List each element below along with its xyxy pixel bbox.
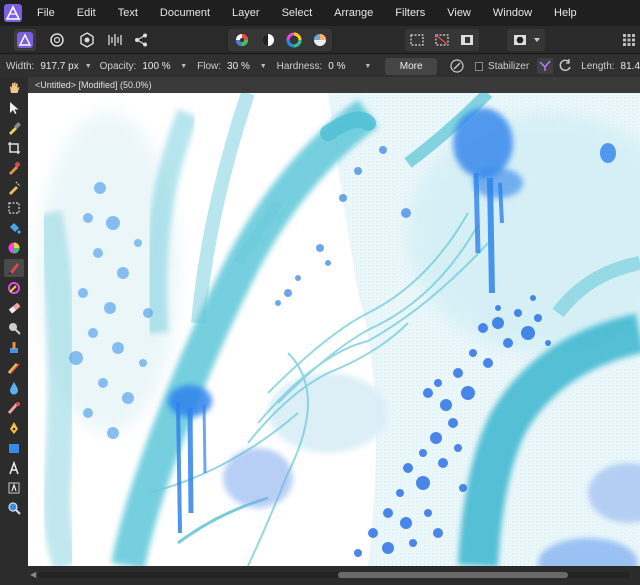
marquee-icon[interactable]	[406, 29, 428, 51]
rope-mode-icon[interactable]	[537, 58, 554, 74]
more-button[interactable]: More	[385, 57, 437, 75]
context-toolbar: Width: 917.7 px ▼ Opacity: 100 % ▼ Flow: 3…	[0, 55, 640, 77]
flood-fill-tool-icon[interactable]	[4, 219, 24, 237]
marquee-tool-icon[interactable]	[4, 199, 24, 217]
scroll-left-icon[interactable]: ◀	[30, 570, 36, 579]
text-tool-icon[interactable]	[4, 459, 24, 477]
menu-bar: File Edit Text Document Layer Select Arr…	[0, 0, 640, 26]
opacity-caret-icon[interactable]: ▼	[180, 63, 187, 70]
color-picker-tool-icon[interactable]	[4, 119, 24, 137]
hardness-caret-icon[interactable]: ▼	[364, 63, 371, 70]
rectangle-tool-icon[interactable]	[4, 439, 24, 457]
blur-tool-icon[interactable]	[4, 379, 24, 397]
white-balance-icon[interactable]	[309, 29, 331, 51]
quick-mask-icon[interactable]	[509, 29, 531, 51]
move-tool-icon[interactable]	[4, 99, 24, 117]
contrast-icon[interactable]	[257, 29, 279, 51]
hand-tool-icon[interactable]	[4, 79, 24, 97]
width-field[interactable]: 917.7 px ▼	[40, 61, 91, 72]
length-value: 81.4	[620, 60, 640, 72]
length-label: Length:	[581, 60, 615, 72]
canvas[interactable]	[28, 93, 640, 566]
watercolor-artwork	[28, 93, 640, 566]
main-toolbar	[0, 26, 640, 54]
width-caret-icon[interactable]: ▼	[85, 63, 92, 70]
histogram-icon[interactable]	[231, 29, 253, 51]
menu-view[interactable]: View	[436, 0, 482, 26]
crop-tool-icon[interactable]	[4, 139, 24, 157]
flow-label: Flow:	[197, 60, 222, 72]
flow-caret-icon[interactable]: ▼	[260, 63, 267, 70]
window-mode-icon[interactable]	[557, 58, 573, 74]
tone-mapping-persona-icon[interactable]	[104, 29, 126, 51]
flow-value: 30 %	[227, 60, 250, 72]
red-eye-tool-icon[interactable]	[4, 399, 24, 417]
document-tab[interactable]: <Untitled> [Modified] (50.0%)	[28, 77, 640, 93]
flow-field[interactable]: 30 % ▼	[227, 61, 267, 72]
stabilizer-checkbox[interactable]	[475, 61, 484, 71]
length-field[interactable]: 81.4	[621, 61, 640, 72]
scrollbar-thumb[interactable]	[338, 572, 568, 578]
develop-persona-icon[interactable]	[76, 29, 98, 51]
width-value: 917.7 px	[40, 60, 79, 72]
horizontal-scrollbar[interactable]: ◀	[28, 566, 640, 585]
brush-options-icon[interactable]	[449, 58, 465, 74]
opacity-label: Opacity:	[99, 60, 137, 72]
menu-arrange[interactable]: Arrange	[323, 0, 384, 26]
menu-document[interactable]: Document	[149, 0, 221, 26]
paint-mixer-tool-icon[interactable]	[4, 159, 24, 177]
no-marquee-icon[interactable]	[431, 29, 453, 51]
selection-brush-tool-icon[interactable]	[4, 179, 24, 197]
healing-tool-icon[interactable]	[4, 359, 24, 377]
menu-text[interactable]: Text	[107, 0, 149, 26]
menu-window[interactable]: Window	[482, 0, 543, 26]
hardness-value: 0 %	[328, 60, 346, 72]
frame-text-tool-icon[interactable]	[4, 479, 24, 497]
menu-help[interactable]: Help	[543, 0, 588, 26]
color-wheel-icon[interactable]	[283, 29, 305, 51]
liquify-persona-icon[interactable]	[46, 29, 68, 51]
assistant-grid-icon[interactable]	[618, 29, 640, 51]
pen-tool-icon[interactable]	[4, 419, 24, 437]
menu-filters[interactable]: Filters	[384, 0, 436, 26]
affinity-photo-logo-icon[interactable]	[0, 0, 26, 26]
tools-panel	[0, 77, 28, 585]
pixel-tool-icon[interactable]	[4, 279, 24, 297]
menu-layer[interactable]: Layer	[221, 0, 271, 26]
menu-file[interactable]: File	[26, 0, 66, 26]
invert-selection-icon[interactable]	[456, 29, 478, 51]
menu-edit[interactable]: Edit	[66, 0, 107, 26]
zoom-tool-icon[interactable]	[4, 499, 24, 517]
hardness-field[interactable]: 0 % ▼	[328, 61, 371, 72]
eraser-tool-icon[interactable]	[4, 299, 24, 317]
export-persona-icon[interactable]	[130, 29, 152, 51]
opacity-value: 100 %	[142, 60, 171, 72]
stabilizer-label: Stabilizer	[488, 60, 530, 72]
dodge-tool-icon[interactable]	[4, 319, 24, 337]
paint-brush-tool-icon[interactable]	[4, 259, 24, 277]
color-replace-tool-icon[interactable]	[4, 239, 24, 257]
clone-tool-icon[interactable]	[4, 339, 24, 357]
width-label: Width:	[6, 60, 35, 72]
menu-select[interactable]: Select	[271, 0, 324, 26]
photo-persona-icon[interactable]	[14, 29, 36, 51]
opacity-field[interactable]: 100 % ▼	[142, 61, 187, 72]
quick-mask-dropdown-icon[interactable]	[531, 29, 543, 51]
hardness-label: Hardness:	[276, 60, 323, 72]
